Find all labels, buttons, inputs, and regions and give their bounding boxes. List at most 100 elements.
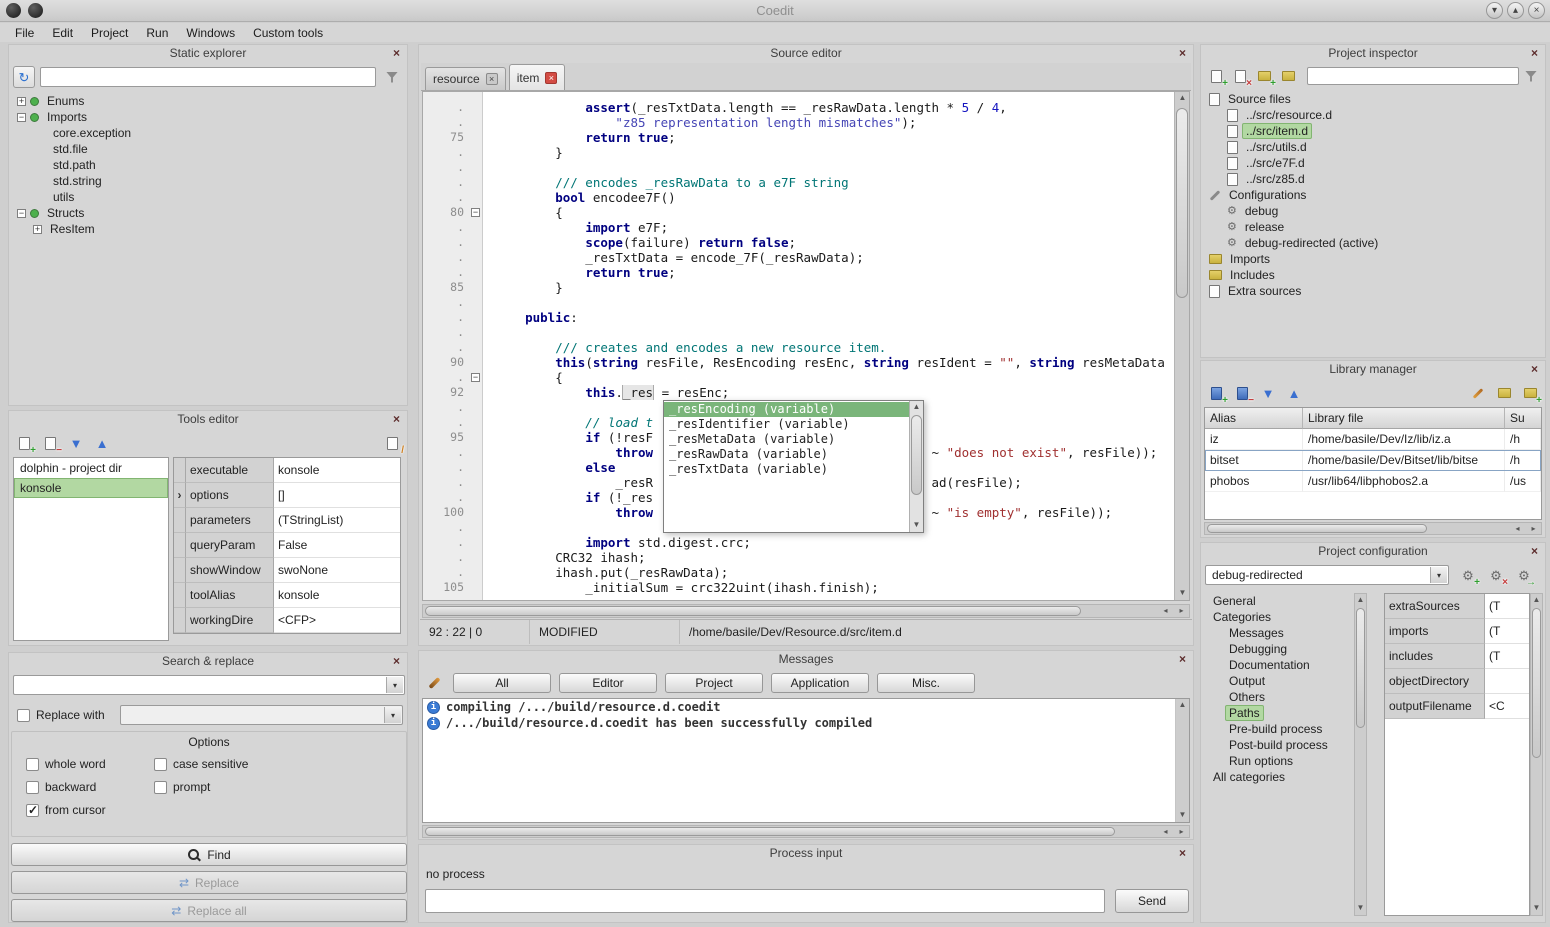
config-category-item[interactable]: Documentation	[1203, 657, 1353, 673]
checkbox-icon[interactable]	[154, 781, 167, 794]
fold-icon[interactable]: −	[471, 373, 480, 382]
move-up-button[interactable]: ▲	[91, 432, 113, 454]
code-line[interactable]: 92 this._res = resEnc;	[423, 385, 1174, 400]
code-line[interactable]: 90 this(string resFile, ResEncoding resE…	[423, 355, 1174, 370]
property-value[interactable]: False	[274, 533, 400, 558]
messages-horizontal-scrollbar[interactable]: ◂ ▸	[422, 825, 1190, 838]
add-folder-button[interactable]: +	[1519, 382, 1541, 404]
code-line[interactable]: . ihash.put(_resRawData);	[423, 565, 1174, 580]
scroll-right-icon[interactable]: ▸	[1174, 826, 1189, 839]
code-line[interactable]: . import std.digest.crc;	[423, 535, 1174, 550]
inspector-item[interactable]: Configurations	[1205, 187, 1541, 203]
close-panel-icon[interactable]: ×	[390, 47, 403, 60]
scrollbar-thumb[interactable]	[1356, 608, 1365, 728]
menu-edit[interactable]: Edit	[43, 25, 82, 41]
scrollbar-thumb[interactable]	[425, 827, 1115, 836]
close-panel-icon[interactable]: ×	[1528, 47, 1541, 60]
scroll-down-icon[interactable]: ▼	[1531, 902, 1542, 915]
property-value[interactable]: (T	[1485, 619, 1529, 644]
code-line[interactable]: 105 _initialSum = crc322uint(ihash.finis…	[423, 580, 1174, 595]
filter-all-button[interactable]: All	[453, 673, 551, 693]
library-row[interactable]: bitset/home/basile/Dev/Bitset/lib/bitse/…	[1205, 450, 1541, 471]
config-category-item[interactable]: Run options	[1203, 753, 1353, 769]
property-value[interactable]: swoNone	[274, 558, 400, 583]
filter-application-button[interactable]: Application	[771, 673, 869, 693]
code-line[interactable]: . }	[423, 145, 1174, 160]
tab-resource[interactable]: resource ×	[425, 67, 506, 90]
tool-item[interactable]: konsole	[14, 478, 168, 498]
static-explorer-search-input[interactable]	[40, 67, 376, 87]
edit-library-button[interactable]	[1467, 382, 1489, 404]
static-explorer-item[interactable]: −Structs	[13, 205, 403, 221]
menu-run[interactable]: Run	[137, 25, 177, 41]
process-input-field[interactable]	[425, 889, 1105, 913]
inspector-item[interactable]: ⚙debug	[1205, 203, 1541, 219]
inspector-item[interactable]: ../src/utils.d	[1205, 139, 1541, 155]
menu-custom-tools[interactable]: Custom tools	[244, 25, 332, 41]
static-explorer-item[interactable]: std.path	[13, 157, 403, 173]
completion-item[interactable]: _resTxtData (variable)	[664, 462, 909, 477]
completion-item[interactable]: _resRawData (variable)	[664, 447, 909, 462]
config-grid-scrollbar[interactable]: ▲ ▼	[1530, 593, 1543, 916]
inspector-item[interactable]: ../src/e7F.d	[1205, 155, 1541, 171]
maximize-icon[interactable]: ▴	[1507, 2, 1524, 19]
config-category-item[interactable]: Others	[1203, 689, 1353, 705]
tool-item[interactable]: dolphin - project dir	[14, 458, 168, 478]
property-value[interactable]: <CFP>	[274, 608, 400, 633]
option-case-sensitive[interactable]: case sensitive	[154, 757, 392, 771]
inspector-item[interactable]: Includes	[1205, 267, 1541, 283]
chevron-down-icon[interactable]: ▾	[384, 707, 401, 723]
close-panel-icon[interactable]: ×	[1528, 363, 1541, 376]
add-folder-button[interactable]: +	[1253, 65, 1275, 87]
collapse-icon[interactable]: −	[17, 113, 26, 122]
static-explorer-item[interactable]: std.string	[13, 173, 403, 189]
scrollbar-thumb[interactable]	[911, 415, 922, 495]
property-value[interactable]: (T	[1485, 594, 1529, 619]
option-whole-word[interactable]: whole word	[26, 757, 154, 771]
inspector-item[interactable]: Source files	[1205, 91, 1541, 107]
inspector-item[interactable]: Extra sources	[1205, 283, 1541, 299]
code-line[interactable]: . assert(_resTxtData.length == _resRawDa…	[423, 100, 1174, 115]
menu-project[interactable]: Project	[82, 25, 137, 41]
checkbox-icon[interactable]	[26, 804, 39, 817]
scrollbar-thumb[interactable]	[1176, 108, 1188, 298]
refresh-button[interactable]: ↻	[14, 66, 34, 88]
editor-vertical-scrollbar[interactable]: ▲ ▼	[1174, 92, 1189, 600]
scroll-up-icon[interactable]: ▲	[1531, 594, 1542, 607]
completion-item[interactable]: _resEncoding (variable)	[664, 402, 909, 417]
static-explorer-item[interactable]: core.exception	[13, 125, 403, 141]
code-line[interactable]: .	[423, 160, 1174, 175]
scroll-left-icon[interactable]: ◂	[1510, 523, 1525, 536]
close-panel-icon[interactable]: ×	[1176, 47, 1189, 60]
column-header[interactable]: Su	[1505, 408, 1541, 429]
fold-icon[interactable]: −	[471, 208, 480, 217]
filter-misc-button[interactable]: Misc.	[877, 673, 975, 693]
remove-config-button[interactable]: ⚙×	[1485, 564, 1507, 586]
checkbox-icon[interactable]	[26, 758, 39, 771]
scroll-up-icon[interactable]: ▲	[1175, 92, 1190, 105]
property-value[interactable]: (TStringList)	[274, 508, 400, 533]
code-line[interactable]: .	[423, 325, 1174, 340]
scroll-up-icon[interactable]: ▲	[1355, 594, 1366, 607]
inspector-search-input[interactable]	[1307, 67, 1519, 85]
add-library-button[interactable]: +	[1205, 382, 1227, 404]
code-line[interactable]: . "z85 representation length mismatches"…	[423, 115, 1174, 130]
message-item[interactable]: i/.../build/resource.d.coedit has been s…	[423, 715, 1189, 731]
config-category-item[interactable]: Pre-build process	[1203, 721, 1353, 737]
code-line[interactable]: . /// encodes _resRawData to a e7F strin…	[423, 175, 1174, 190]
inspector-item[interactable]: ../src/z85.d	[1205, 171, 1541, 187]
open-folder-button[interactable]	[1493, 382, 1515, 404]
message-item[interactable]: icompiling /.../build/resource.d.coedit	[423, 699, 1189, 715]
move-down-button[interactable]: ▼	[65, 432, 87, 454]
property-value[interactable]: []	[274, 483, 400, 508]
code-line[interactable]: . _resTxtData = encode_7F(_resRawData);	[423, 250, 1174, 265]
clear-messages-button[interactable]	[423, 672, 445, 694]
close-tab-icon[interactable]: ×	[545, 72, 557, 84]
remove-library-button[interactable]: −	[1231, 382, 1253, 404]
remove-source-button[interactable]: ×	[1229, 65, 1251, 87]
library-horizontal-scrollbar[interactable]: ◂ ▸	[1204, 522, 1542, 535]
code-line[interactable]: . scope(failure) return false;	[423, 235, 1174, 250]
move-down-button[interactable]: ▼	[1257, 382, 1279, 404]
static-explorer-item[interactable]: −Imports	[13, 109, 403, 125]
scroll-right-icon[interactable]: ▸	[1526, 523, 1541, 536]
